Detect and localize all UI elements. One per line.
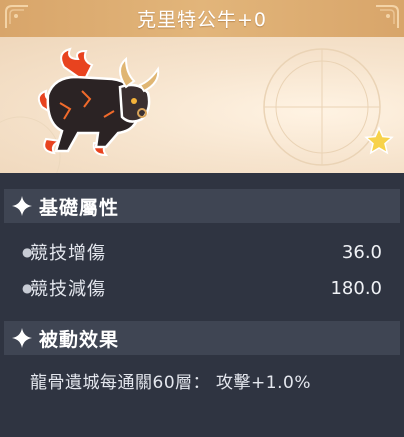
stat-name: 競技減傷	[30, 279, 106, 300]
title-bar: 克里特公牛+0	[0, 0, 404, 37]
passive-effect-text: 龍骨遺城每通關60層： 攻擊+1.0%	[30, 373, 311, 393]
item-detail-panel: 克里特公牛+0 基礎屬性 ● 競技增傷 36.0 ● 競技減傷 180.0 被動…	[0, 0, 404, 437]
star-icon	[364, 126, 394, 155]
flaming-bull-icon	[37, 47, 160, 157]
item-portrait-area	[0, 37, 404, 173]
corner-ornament-icon	[376, 5, 399, 28]
sparkle-icon	[12, 328, 32, 348]
item-title: 克里特公牛+0	[136, 9, 267, 31]
section-title: 基礎屬性	[39, 196, 120, 219]
corner-ornament-icon	[5, 5, 28, 28]
stat-value: 36.0	[341, 241, 382, 263]
section-header-basic-attributes: 基礎屬性	[4, 189, 400, 223]
section-title: 被動效果	[39, 328, 120, 351]
sparkle-icon	[12, 196, 32, 216]
section-header-passive-effect: 被動效果	[4, 321, 400, 355]
stat-value: 180.0	[330, 277, 382, 299]
stat-row: ● 競技增傷 36.0	[0, 237, 404, 267]
stat-row: ● 競技減傷 180.0	[0, 273, 404, 303]
stat-name: 競技增傷	[30, 243, 106, 264]
